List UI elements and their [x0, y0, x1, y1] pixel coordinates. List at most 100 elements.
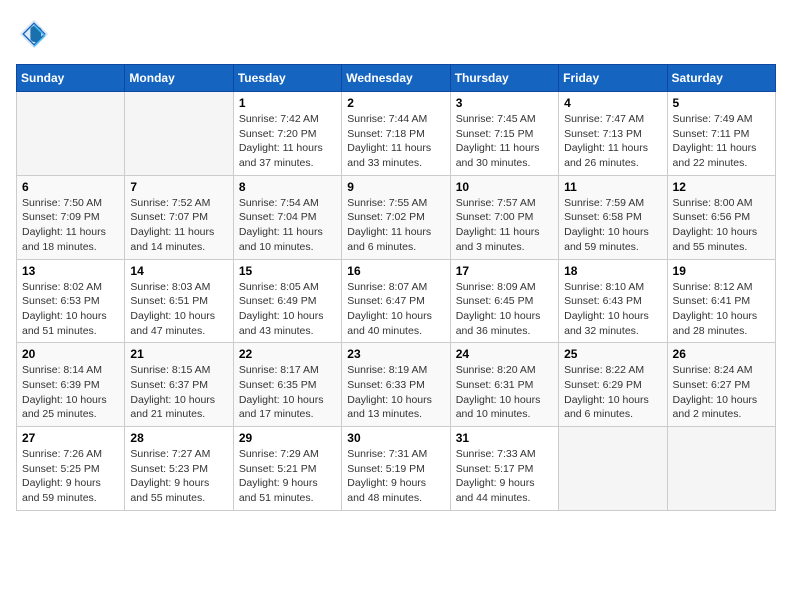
calendar-cell: 26 Sunrise: 8:24 AMSunset: 6:27 PMDayligh… — [667, 343, 775, 427]
day-number: 20 — [22, 347, 119, 361]
day-info: Sunrise: 8:15 AMSunset: 6:37 PMDaylight:… — [130, 363, 227, 422]
logo-icon — [16, 16, 52, 52]
calendar-cell: 24 Sunrise: 8:20 AMSunset: 6:31 PMDayligh… — [450, 343, 558, 427]
day-number: 26 — [673, 347, 770, 361]
calendar-header-row: SundayMondayTuesdayWednesdayThursdayFrid… — [17, 65, 776, 92]
day-info: Sunrise: 7:57 AMSunset: 7:00 PMDaylight:… — [456, 196, 553, 255]
calendar-cell: 11Sunrise: 7:59 AMSunset: 6:58 PMDayligh… — [559, 175, 667, 259]
day-number: 21 — [130, 347, 227, 361]
calendar-cell: 13 Sunrise: 8:02 AMSunset: 6:53 PMDayligh… — [17, 259, 125, 343]
day-number: 31 — [456, 431, 553, 445]
day-info: Sunrise: 8:22 AMSunset: 6:29 PMDaylight:… — [564, 363, 661, 422]
day-number: 29 — [239, 431, 336, 445]
day-number: 23 — [347, 347, 444, 361]
day-number: 8 — [239, 180, 336, 194]
day-info: Sunrise: 8:14 AMSunset: 6:39 PMDaylight:… — [22, 363, 119, 422]
calendar-week-row: 20 Sunrise: 8:14 AMSunset: 6:39 PMDayligh… — [17, 343, 776, 427]
day-info: Sunrise: 8:10 AMSunset: 6:43 PMDaylight:… — [564, 280, 661, 339]
day-number: 9 — [347, 180, 444, 194]
calendar-cell: 10 Sunrise: 7:57 AMSunset: 7:00 PMDayligh… — [450, 175, 558, 259]
calendar-cell: 27 Sunrise: 7:26 AMSunset: 5:25 PMDayligh… — [17, 427, 125, 511]
day-of-week-header: Saturday — [667, 65, 775, 92]
day-info: Sunrise: 8:12 AMSunset: 6:41 PMDaylight:… — [673, 280, 770, 339]
day-info: Sunrise: 7:50 AMSunset: 7:09 PMDaylight:… — [22, 196, 119, 255]
calendar-cell: 4Sunrise: 7:47 AMSunset: 7:13 PMDaylight… — [559, 92, 667, 176]
calendar-cell: 28 Sunrise: 7:27 AMSunset: 5:23 PMDayligh… — [125, 427, 233, 511]
day-info: Sunrise: 8:19 AMSunset: 6:33 PMDaylight:… — [347, 363, 444, 422]
calendar-cell: 31 Sunrise: 7:33 AMSunset: 5:17 PMDayligh… — [450, 427, 558, 511]
calendar-cell: 17Sunrise: 8:09 AMSunset: 6:45 PMDayligh… — [450, 259, 558, 343]
day-info: Sunrise: 7:27 AMSunset: 5:23 PMDaylight:… — [130, 447, 227, 506]
day-info: Sunrise: 7:42 AMSunset: 7:20 PMDaylight:… — [239, 112, 336, 171]
calendar-cell: 16 Sunrise: 8:07 AMSunset: 6:47 PMDayligh… — [342, 259, 450, 343]
calendar-cell: 19Sunrise: 8:12 AMSunset: 6:41 PMDayligh… — [667, 259, 775, 343]
page-header — [16, 16, 776, 52]
day-info: Sunrise: 7:54 AMSunset: 7:04 PMDaylight:… — [239, 196, 336, 255]
calendar-cell: 18 Sunrise: 8:10 AMSunset: 6:43 PMDayligh… — [559, 259, 667, 343]
calendar-cell: 29Sunrise: 7:29 AMSunset: 5:21 PMDayligh… — [233, 427, 341, 511]
calendar-cell — [125, 92, 233, 176]
day-number: 13 — [22, 264, 119, 278]
day-of-week-header: Thursday — [450, 65, 558, 92]
day-of-week-header: Wednesday — [342, 65, 450, 92]
day-number: 2 — [347, 96, 444, 110]
day-info: Sunrise: 7:45 AMSunset: 7:15 PMDaylight:… — [456, 112, 553, 171]
day-info: Sunrise: 8:07 AMSunset: 6:47 PMDaylight:… — [347, 280, 444, 339]
day-number: 25 — [564, 347, 661, 361]
day-info: Sunrise: 8:20 AMSunset: 6:31 PMDaylight:… — [456, 363, 553, 422]
day-info: Sunrise: 7:31 AMSunset: 5:19 PMDaylight:… — [347, 447, 444, 506]
day-number: 24 — [456, 347, 553, 361]
day-info: Sunrise: 7:49 AMSunset: 7:11 PMDaylight:… — [673, 112, 770, 171]
day-number: 6 — [22, 180, 119, 194]
calendar-cell: 6 Sunrise: 7:50 AMSunset: 7:09 PMDaylight… — [17, 175, 125, 259]
day-number: 18 — [564, 264, 661, 278]
day-of-week-header: Monday — [125, 65, 233, 92]
calendar-cell: 9 Sunrise: 7:55 AMSunset: 7:02 PMDaylight… — [342, 175, 450, 259]
day-info: Sunrise: 7:26 AMSunset: 5:25 PMDaylight:… — [22, 447, 119, 506]
day-number: 7 — [130, 180, 227, 194]
day-info: Sunrise: 8:05 AMSunset: 6:49 PMDaylight:… — [239, 280, 336, 339]
day-number: 27 — [22, 431, 119, 445]
calendar-cell: 7 Sunrise: 7:52 AMSunset: 7:07 PMDaylight… — [125, 175, 233, 259]
calendar-cell — [17, 92, 125, 176]
day-number: 12 — [673, 180, 770, 194]
day-number: 1 — [239, 96, 336, 110]
calendar-cell: 21 Sunrise: 8:15 AMSunset: 6:37 PMDayligh… — [125, 343, 233, 427]
calendar-cell — [559, 427, 667, 511]
calendar-cell: 20 Sunrise: 8:14 AMSunset: 6:39 PMDayligh… — [17, 343, 125, 427]
calendar-week-row: 13 Sunrise: 8:02 AMSunset: 6:53 PMDayligh… — [17, 259, 776, 343]
day-number: 16 — [347, 264, 444, 278]
calendar-week-row: 6 Sunrise: 7:50 AMSunset: 7:09 PMDaylight… — [17, 175, 776, 259]
day-info: Sunrise: 8:00 AMSunset: 6:56 PMDaylight:… — [673, 196, 770, 255]
day-info: Sunrise: 8:02 AMSunset: 6:53 PMDaylight:… — [22, 280, 119, 339]
day-of-week-header: Sunday — [17, 65, 125, 92]
day-number: 22 — [239, 347, 336, 361]
calendar-week-row: 27 Sunrise: 7:26 AMSunset: 5:25 PMDayligh… — [17, 427, 776, 511]
day-info: Sunrise: 7:44 AMSunset: 7:18 PMDaylight:… — [347, 112, 444, 171]
day-number: 15 — [239, 264, 336, 278]
day-info: Sunrise: 8:03 AMSunset: 6:51 PMDaylight:… — [130, 280, 227, 339]
calendar-table: SundayMondayTuesdayWednesdayThursdayFrid… — [16, 64, 776, 511]
calendar-cell: 8 Sunrise: 7:54 AMSunset: 7:04 PMDaylight… — [233, 175, 341, 259]
day-number: 14 — [130, 264, 227, 278]
day-of-week-header: Tuesday — [233, 65, 341, 92]
day-info: Sunrise: 7:33 AMSunset: 5:17 PMDaylight:… — [456, 447, 553, 506]
calendar-cell: 5Sunrise: 7:49 AMSunset: 7:11 PMDaylight… — [667, 92, 775, 176]
calendar-cell: 3 Sunrise: 7:45 AMSunset: 7:15 PMDaylight… — [450, 92, 558, 176]
day-info: Sunrise: 8:24 AMSunset: 6:27 PMDaylight:… — [673, 363, 770, 422]
day-number: 10 — [456, 180, 553, 194]
calendar-cell: 12 Sunrise: 8:00 AMSunset: 6:56 PMDayligh… — [667, 175, 775, 259]
day-of-week-header: Friday — [559, 65, 667, 92]
calendar-cell — [667, 427, 775, 511]
day-info: Sunrise: 7:59 AMSunset: 6:58 PMDaylight:… — [564, 196, 661, 255]
day-number: 30 — [347, 431, 444, 445]
calendar-cell: 30 Sunrise: 7:31 AMSunset: 5:19 PMDayligh… — [342, 427, 450, 511]
day-number: 4 — [564, 96, 661, 110]
calendar-cell: 22Sunrise: 8:17 AMSunset: 6:35 PMDayligh… — [233, 343, 341, 427]
calendar-week-row: 1 Sunrise: 7:42 AMSunset: 7:20 PMDaylight… — [17, 92, 776, 176]
day-info: Sunrise: 7:55 AMSunset: 7:02 PMDaylight:… — [347, 196, 444, 255]
day-number: 3 — [456, 96, 553, 110]
day-number: 28 — [130, 431, 227, 445]
calendar-cell: 15 Sunrise: 8:05 AMSunset: 6:49 PMDayligh… — [233, 259, 341, 343]
day-info: Sunrise: 7:52 AMSunset: 7:07 PMDaylight:… — [130, 196, 227, 255]
